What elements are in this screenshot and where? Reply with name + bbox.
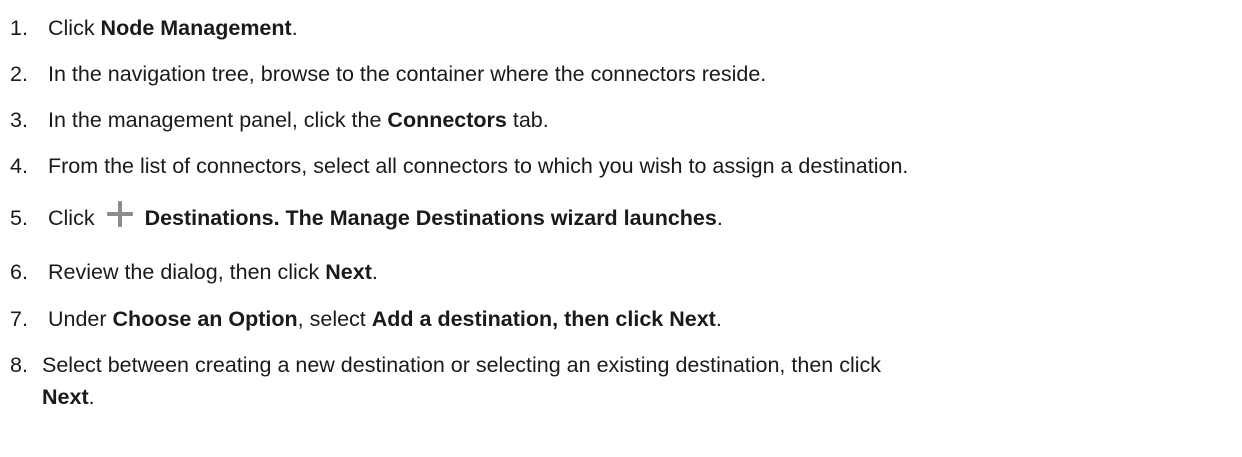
step-4: 4. From the list of connectors, select a…: [0, 150, 908, 182]
step-text: In the management panel, click the Conne…: [48, 108, 549, 132]
step-text-part: .: [291, 16, 298, 40]
step-6: 6. Review the dialog, then click Next.: [0, 256, 378, 288]
ui-term-destinations: Destinations. The Manage Destinations wi…: [144, 206, 717, 230]
step-text: Select between creating a new destinatio…: [42, 353, 882, 377]
step-2: 2. In the navigation tree, browse to the…: [0, 58, 766, 90]
step-text: Under Choose an Option, select Add a des…: [48, 307, 722, 331]
ui-term-add-destination: Add a destination, then click Next: [371, 307, 716, 331]
step-3: 3. In the management panel, click the Co…: [0, 104, 549, 136]
step-5: 5. Click Destinations. The Manage Destina…: [0, 201, 723, 234]
step-text-part: .: [371, 260, 378, 284]
step-1: 1. Click Node Management.: [0, 12, 298, 44]
step-number: 6.: [10, 260, 28, 284]
step-text-part: Click: [47, 16, 101, 40]
step-number: 7.: [10, 307, 28, 331]
step-text: Click Destinations. The Manage Destinatio…: [47, 201, 723, 230]
step-text-part: Click: [47, 206, 95, 230]
ui-term-next: Next: [325, 260, 372, 284]
ui-term-node-management: Node Management: [100, 16, 292, 40]
ui-term-next: Next: [42, 385, 89, 409]
ui-term-connectors: Connectors: [387, 108, 507, 132]
step-text: In the navigation tree, browse to the co…: [47, 62, 767, 86]
procedure-steps: 1. Click Node Management. 2. In the navi…: [0, 0, 1242, 457]
step-text: Review the dialog, then click Next.: [48, 260, 378, 284]
step-text-part: .: [715, 307, 722, 331]
step-7: 7. Under Choose an Option, select Add a …: [0, 303, 722, 335]
step-text: Click Node Management.: [48, 16, 298, 40]
step-number: 5.: [10, 206, 28, 230]
step-number: 8.: [10, 353, 28, 377]
step-text-part: , select: [297, 307, 372, 331]
step-number: 4.: [10, 154, 28, 178]
step-text-part: .: [716, 206, 723, 230]
plus-icon: [106, 201, 133, 227]
step-text-part: Under: [47, 307, 113, 331]
step-text-part: In the management panel, click the: [47, 108, 388, 132]
step-number: 2.: [10, 62, 28, 86]
step-number: 1.: [10, 16, 28, 40]
step-text-part: .: [88, 385, 95, 409]
step-text-continuation: Next.: [0, 381, 1230, 413]
ui-term-choose-an-option: Choose an Option: [112, 307, 298, 331]
step-8: 8. Select between creating a new destinat…: [0, 349, 1230, 413]
step-text: From the list of connectors, select all …: [47, 154, 909, 178]
step-text-part: tab.: [506, 108, 549, 132]
step-text-part: Review the dialog, then click: [47, 260, 326, 284]
step-number: 3.: [10, 108, 28, 132]
